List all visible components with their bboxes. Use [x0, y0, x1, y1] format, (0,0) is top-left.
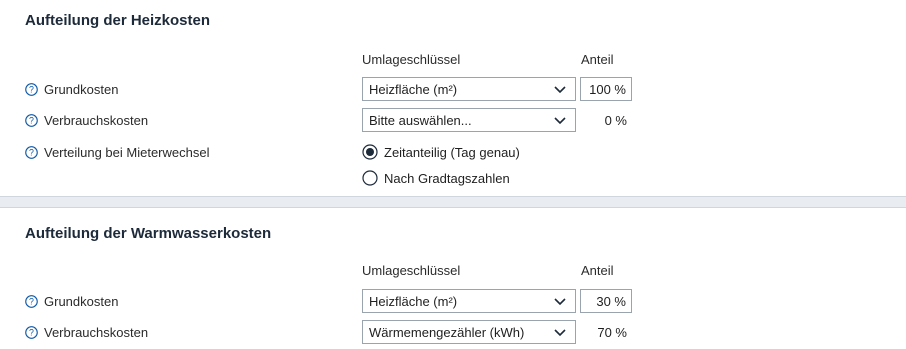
ww-grundkosten-label-group: ? Grundkosten	[25, 289, 118, 313]
anteil-column-header: Anteil	[581, 52, 614, 67]
warmwasserkosten-section: Aufteilung der Warmwasserkosten Umlagesc…	[0, 208, 906, 349]
ww-verbrauchskosten-label: Verbrauchskosten	[44, 324, 149, 340]
ww-grundkosten-select[interactable]: Heizfläche (m²)	[362, 289, 576, 313]
ww-grundkosten-label: Grundkosten	[44, 293, 119, 309]
section-divider	[0, 196, 906, 208]
heiz-verbrauchskosten-select[interactable]: Bitte auswählen...	[362, 108, 576, 132]
help-icon[interactable]: ?	[25, 82, 38, 96]
mieterwechsel-label: Verteilung bei Mieterwechsel	[44, 144, 210, 160]
help-icon[interactable]: ?	[25, 145, 38, 159]
svg-text:?: ?	[29, 296, 34, 306]
warmwasserkosten-title: Aufteilung der Warmwasserkosten	[25, 225, 272, 242]
ww-grundkosten-anteil-input[interactable]	[580, 289, 632, 313]
anteil-column-header: Anteil	[581, 263, 614, 278]
heiz-grundkosten-select[interactable]: Heizfläche (m²)	[362, 77, 576, 101]
mieterwechsel-label-group: ? Verteilung bei Mieterwechsel	[25, 140, 209, 164]
radio-zeitanteilig-label: Zeitanteilig (Tag genau)	[384, 144, 520, 160]
umlageschluessel-column-header: Umlageschlüssel	[362, 52, 461, 67]
ww-verbrauchskosten-anteil: 70 %	[597, 324, 627, 340]
svg-text:?: ?	[29, 84, 34, 94]
heiz-grundkosten-row: ? Grundkosten Heizfläche (m²)	[0, 77, 906, 101]
heizkosten-title: Aufteilung der Heizkosten	[25, 12, 211, 29]
help-icon[interactable]: ?	[25, 113, 38, 127]
ww-verbrauchskosten-label-group: ? Verbrauchskosten	[25, 320, 148, 344]
heiz-verbrauchskosten-select-value: Bitte auswählen...	[369, 112, 472, 128]
heiz-verbrauchskosten-label: Verbrauchskosten	[44, 112, 149, 128]
heiz-verbrauchskosten-label-group: ? Verbrauchskosten	[25, 108, 148, 132]
chevron-down-icon	[554, 86, 566, 94]
radio-selected-icon	[362, 144, 378, 160]
radio-gradtagszahlen[interactable]: Nach Gradtagszahlen	[362, 168, 510, 188]
help-icon[interactable]: ?	[25, 325, 38, 339]
svg-text:?: ?	[29, 147, 34, 157]
ww-verbrauchskosten-select-value: Wärmemengezähler (kWh)	[369, 324, 525, 340]
ww-verbrauchskosten-select[interactable]: Wärmemengezähler (kWh)	[362, 320, 576, 344]
chevron-down-icon	[554, 117, 566, 125]
heiz-verbrauchskosten-row: ? Verbrauchskosten Bitte auswählen... 0 …	[0, 108, 906, 132]
heizkosten-section: Aufteilung der Heizkosten Umlageschlüsse…	[0, 0, 906, 196]
heiz-grundkosten-label: Grundkosten	[44, 81, 119, 97]
radio-gradtagszahlen-label: Nach Gradtagszahlen	[384, 170, 510, 186]
radio-unselected-icon	[362, 170, 378, 186]
chevron-down-icon	[554, 329, 566, 337]
chevron-down-icon	[554, 298, 566, 306]
help-icon[interactable]: ?	[25, 294, 38, 308]
heiz-verbrauchskosten-anteil: 0 %	[604, 112, 627, 128]
ww-verbrauchskosten-row: ? Verbrauchskosten Wärmemengezähler (kWh…	[0, 320, 906, 344]
heiz-grundkosten-select-value: Heizfläche (m²)	[369, 81, 458, 97]
heiz-grundkosten-anteil-input[interactable]	[580, 77, 632, 101]
ww-grundkosten-select-value: Heizfläche (m²)	[369, 293, 458, 309]
svg-text:?: ?	[29, 115, 34, 125]
radio-zeitanteilig[interactable]: Zeitanteilig (Tag genau)	[362, 142, 520, 162]
svg-text:?: ?	[29, 327, 34, 337]
umlageschluessel-column-header: Umlageschlüssel	[362, 263, 461, 278]
ww-grundkosten-row: ? Grundkosten Heizfläche (m²)	[0, 289, 906, 313]
heiz-grundkosten-label-group: ? Grundkosten	[25, 77, 118, 101]
